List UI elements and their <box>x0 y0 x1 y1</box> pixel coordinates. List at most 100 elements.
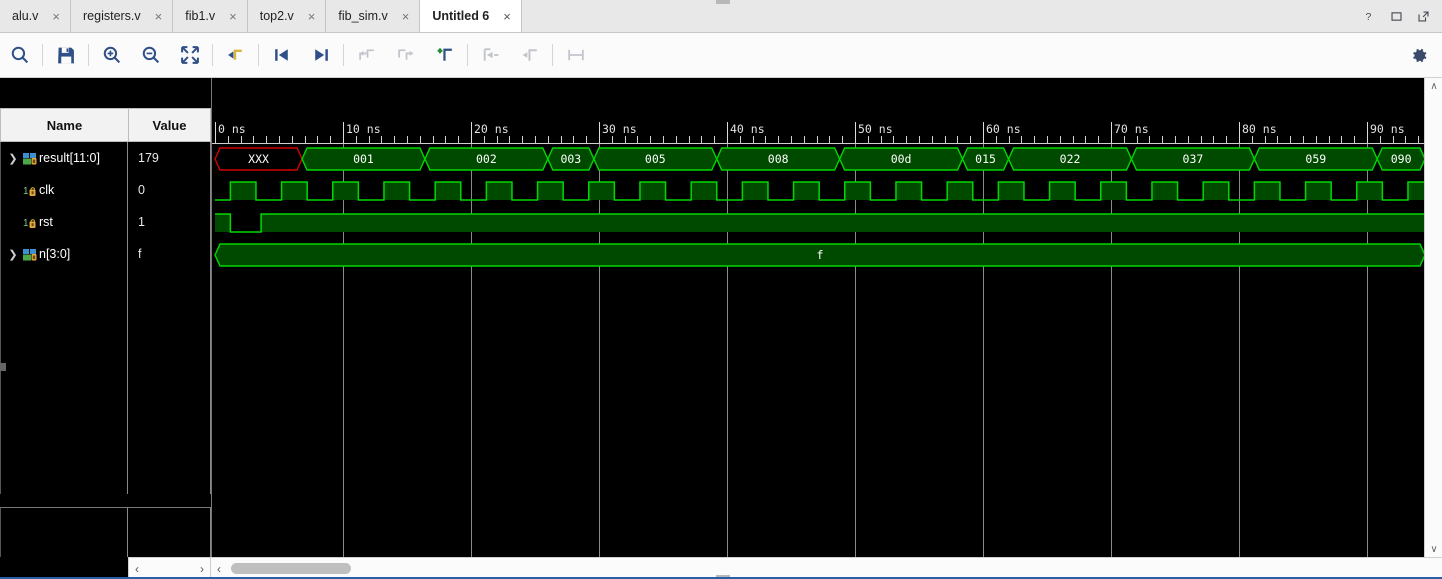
zoom-out-icon[interactable] <box>131 33 170 78</box>
column-header-name[interactable]: Name <box>0 108 128 142</box>
editor-tab-top2-v[interactable]: top2.v × <box>247 0 327 32</box>
tab-close-icon[interactable]: × <box>308 10 316 23</box>
signal-value-label: 179 <box>138 151 159 165</box>
panel-drag-nub-left[interactable] <box>0 363 6 371</box>
editor-tab-registers-v[interactable]: registers.v × <box>71 0 174 32</box>
wave-scroll-thumb[interactable] <box>231 563 351 574</box>
tab-close-icon[interactable]: × <box>402 10 410 23</box>
bus-value-label: 022 <box>1059 152 1081 166</box>
next-transition-icon <box>386 33 425 78</box>
signal-row-rst[interactable]: 1 rst <box>1 206 127 238</box>
save-icon[interactable] <box>46 33 85 78</box>
ruler-tick-label: 30 ns <box>602 122 637 136</box>
ruler-tick-label: 70 ns <box>1114 122 1149 136</box>
name-pane-divider <box>0 494 211 507</box>
tab-label: fib_sim.v <box>338 9 388 23</box>
tab-close-icon[interactable]: × <box>52 10 60 23</box>
name-pane-top-filler <box>0 78 211 108</box>
signal-value-n-3-0-: f <box>128 238 210 270</box>
add-marker-icon[interactable] <box>425 33 464 78</box>
panel-drag-nub-top[interactable] <box>716 0 730 4</box>
settings-gear-icon[interactable] <box>1396 33 1442 78</box>
go-to-start-icon[interactable] <box>262 33 301 78</box>
tab-close-icon[interactable]: × <box>229 10 237 23</box>
waveform-row-rst[interactable] <box>212 208 1424 240</box>
maximize-icon[interactable] <box>1390 10 1403 23</box>
help-icon[interactable]: ? <box>1363 10 1376 23</box>
signal-value-label: 0 <box>138 183 145 197</box>
tab-close-icon[interactable]: × <box>155 10 163 23</box>
wave-horizontal-scrollbar[interactable]: ‹ <box>211 557 1442 579</box>
ruler-major-tick <box>215 122 216 144</box>
zoom-in-icon[interactable] <box>92 33 131 78</box>
float-window-icon[interactable] <box>1417 10 1430 23</box>
signal-name-list[interactable]: ❯ result[11:0] 1 clk 1 rst ❯ n[3:0] <box>0 142 128 494</box>
waveform-main-pane: Name Value ❯ result[11:0] 1 clk 1 rst ❯ n… <box>0 78 1442 557</box>
bit-signal-icon: 1 <box>21 216 39 229</box>
name-pane-bottom-filler <box>0 557 128 577</box>
signal-name-label: rst <box>39 215 53 229</box>
signal-row-clk[interactable]: 1 clk <box>1 174 127 206</box>
ruler-major-tick <box>599 122 600 144</box>
ruler-major-tick <box>471 122 472 144</box>
signal-row-n-3-0-[interactable]: ❯ n[3:0] <box>1 238 127 270</box>
toolbar-separator <box>258 44 259 66</box>
bus-value-label: 001 <box>353 152 374 166</box>
column-header-value[interactable]: Value <box>128 108 211 142</box>
ruler-major-tick <box>983 122 984 144</box>
go-to-end-icon[interactable] <box>301 33 340 78</box>
window-controls: ? <box>1353 0 1442 32</box>
name-pane-horizontal-scrollbar[interactable]: ‹ › <box>128 557 211 579</box>
waveform-row-n[interactable]: f <box>212 240 1424 272</box>
scroll-up-arrow[interactable]: ∧ <box>1425 78 1442 94</box>
expand-chevron-icon[interactable]: ❯ <box>5 152 21 165</box>
time-ruler[interactable]: 0 ns 10 ns 20 ns 30 ns 40 ns 50 ns 60 ns 70 ns 8… <box>212 122 1424 144</box>
ruler-tick-label: 80 ns <box>1242 122 1277 136</box>
bus-value-label: 005 <box>644 152 666 166</box>
toolbar-separator <box>42 44 43 66</box>
bus-value-label: XXX <box>248 152 269 166</box>
editor-tab-fib-sim-v[interactable]: fib_sim.v × <box>326 0 421 32</box>
tab-close-icon[interactable]: × <box>503 10 511 23</box>
waveform-row-clk[interactable] <box>212 176 1424 208</box>
signal-name-label: n[3:0] <box>39 247 71 261</box>
bus-signal-icon <box>21 152 39 165</box>
ruler-tick-label: 40 ns <box>730 122 765 136</box>
name-scroll-right-arrow[interactable]: › <box>200 562 204 576</box>
search-icon[interactable] <box>0 33 39 78</box>
measure-time-icon <box>556 33 595 78</box>
ruler-major-tick <box>1239 122 1240 144</box>
toolbar-separator <box>552 44 553 66</box>
editor-tab-untitled-6[interactable]: Untitled 6 × <box>420 0 522 32</box>
tab-label: registers.v <box>83 9 141 23</box>
signal-value-result-11-0-: 179 <box>128 142 210 174</box>
editor-tab-alu-v[interactable]: alu.v × <box>0 0 71 32</box>
vertical-scrollbar[interactable]: ∧ ∨ <box>1424 78 1442 557</box>
editor-tab-bar: alu.v × registers.v × fib1.v × top2.v × fib_sim.… <box>0 0 1442 33</box>
ruler-tick-label: 50 ns <box>858 122 893 136</box>
expand-chevron-icon[interactable]: ❯ <box>5 248 21 261</box>
bus-value-label: 090 <box>1390 152 1412 166</box>
bus-value-label: 037 <box>1182 152 1204 166</box>
waveform-canvas[interactable]: 0 ns 10 ns 20 ns 30 ns 40 ns 50 ns 60 ns 70 ns 8… <box>211 78 1424 557</box>
wave-scroll-left-arrow[interactable]: ‹ <box>217 562 221 576</box>
tab-label: Untitled 6 <box>432 9 490 23</box>
waveform-row-result[interactable]: XXX 001 002 003 005 008 00d 015 022 037 059 090 <box>212 144 1424 176</box>
editor-tab-fib1-v[interactable]: fib1.v × <box>173 0 248 32</box>
zoom-fit-icon[interactable] <box>170 33 209 78</box>
value-pane-lower <box>128 507 211 557</box>
signal-row-result-11-0-[interactable]: ❯ result[11:0] <box>1 142 127 174</box>
previous-transition-icon <box>347 33 386 78</box>
bit-signal-icon: 1 <box>21 184 39 197</box>
toolbar-separator <box>467 44 468 66</box>
waveform-toolbar <box>0 33 1442 78</box>
tab-label: fib1.v <box>185 9 216 23</box>
signal-name-label: clk <box>39 183 55 197</box>
signal-value-list[interactable]: 179 0 1 f <box>128 142 211 494</box>
scroll-down-arrow[interactable]: ∨ <box>1425 541 1442 557</box>
tab-label: top2.v <box>259 9 294 23</box>
name-scroll-left-arrow[interactable]: ‹ <box>135 562 139 576</box>
bus-signal-icon <box>21 248 39 261</box>
tab-label: alu.v <box>12 9 39 23</box>
snap-to-transition-icon[interactable] <box>216 33 255 78</box>
